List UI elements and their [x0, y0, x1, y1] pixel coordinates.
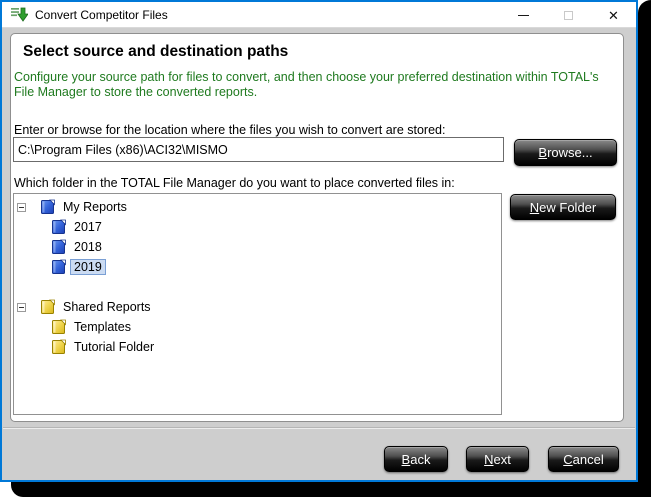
- title-bar: Convert Competitor Files ✕: [2, 2, 636, 28]
- close-button[interactable]: ✕: [591, 2, 636, 28]
- source-path-label: Enter or browse for the location where t…: [14, 123, 445, 137]
- tree-item-label: My Reports: [59, 199, 131, 215]
- tree-item-label: 2019: [70, 259, 106, 275]
- blue-folder-icon: [52, 239, 67, 255]
- minimize-button[interactable]: [501, 2, 546, 28]
- tree-item-label: Templates: [70, 319, 135, 335]
- tree-item-2018[interactable]: 2018: [14, 237, 501, 257]
- close-icon: ✕: [608, 9, 619, 22]
- tree-item-label-selected: 2018: [70, 239, 106, 255]
- back-button[interactable]: Back: [384, 446, 448, 472]
- page-description: Configure your source path for files to …: [14, 70, 610, 100]
- maximize-button: [546, 2, 591, 28]
- blue-folder-icon: [41, 199, 56, 215]
- tree-item-label: Shared Reports: [59, 299, 155, 315]
- browse-button[interactable]: Browse...: [514, 139, 617, 166]
- tree-item-templates[interactable]: Templates: [14, 317, 501, 337]
- page-description-line2: File Manager to store the converted repo…: [14, 85, 257, 99]
- window-controls: ✕: [501, 2, 636, 28]
- window-title: Convert Competitor Files: [35, 8, 168, 22]
- tree-item-label: 2017: [70, 219, 106, 235]
- folder-tree: My Reports 2017 2018 2019: [13, 193, 502, 415]
- blue-folder-icon: [52, 219, 67, 235]
- next-button[interactable]: Next: [466, 446, 529, 472]
- maximize-icon: [564, 11, 573, 20]
- yellow-folder-icon: [52, 319, 67, 335]
- tree-item-shared-reports[interactable]: Shared Reports: [14, 297, 501, 317]
- window-shadow: [638, 0, 651, 497]
- collapse-expander-icon[interactable]: [17, 303, 26, 312]
- page-description-line1: Configure your source path for files to …: [14, 70, 599, 84]
- yellow-folder-icon: [52, 339, 67, 355]
- yellow-folder-icon: [41, 299, 56, 315]
- cancel-button[interactable]: Cancel: [548, 446, 619, 472]
- source-path-input[interactable]: [13, 137, 504, 162]
- tree-item-2017[interactable]: 2017: [14, 217, 501, 237]
- window-shadow: [11, 482, 651, 497]
- tree-item-label: Tutorial Folder: [70, 339, 158, 355]
- footer-divider: [3, 427, 635, 429]
- page-title: Select source and destination paths: [23, 43, 288, 61]
- tree-item-tutorial-folder[interactable]: Tutorial Folder: [14, 337, 501, 357]
- new-folder-button[interactable]: New Folder: [510, 194, 616, 220]
- destination-label: Which folder in the TOTAL File Manager d…: [14, 176, 455, 190]
- content-panel: Select source and destination paths Conf…: [10, 33, 624, 422]
- convert-files-app-icon: [11, 7, 28, 23]
- tree-spacer-row: [14, 277, 501, 297]
- minimize-icon: [518, 15, 529, 16]
- tree-item-my-reports[interactable]: My Reports: [14, 197, 501, 217]
- collapse-expander-icon[interactable]: [17, 203, 26, 212]
- blue-folder-icon: [52, 259, 67, 275]
- screenshot-root: Convert Competitor Files ✕ Select source…: [0, 0, 651, 497]
- convert-competitor-files-window: Convert Competitor Files ✕ Select source…: [0, 0, 638, 482]
- folder-tree-list: My Reports 2017 2018 2019: [14, 194, 501, 357]
- tree-item-2019-selected[interactable]: 2019: [14, 257, 501, 277]
